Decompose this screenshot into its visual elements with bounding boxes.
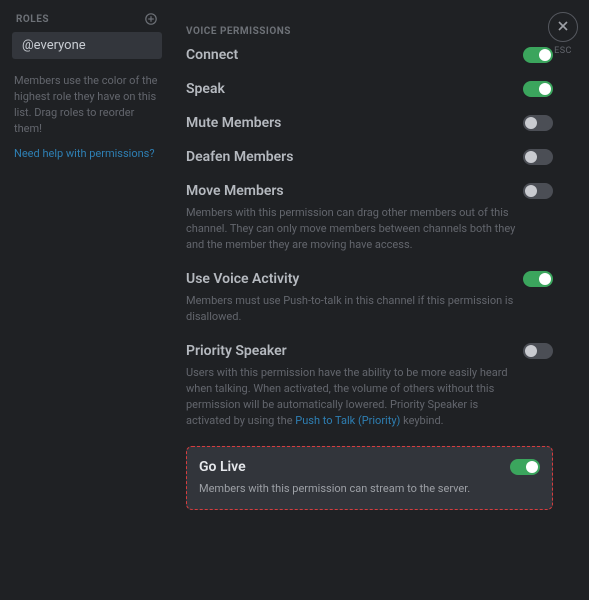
roles-help-text: Members use the color of the highest rol… bbox=[12, 73, 162, 147]
permission-label: Deafen Members bbox=[186, 149, 293, 165]
roles-sidebar: ROLES @everyone Members use the color of… bbox=[0, 0, 170, 600]
permission-speak: Speak bbox=[186, 81, 553, 97]
permissions-panel: VOICE PERMISSIONS Connect Speak Mute Mem… bbox=[170, 0, 589, 600]
permission-deafen-members: Deafen Members bbox=[186, 149, 553, 165]
toggle-mute-members[interactable] bbox=[523, 115, 553, 131]
permission-description: Members with this permission can stream … bbox=[199, 481, 529, 497]
toggle-speak[interactable] bbox=[523, 81, 553, 97]
role-everyone[interactable]: @everyone bbox=[12, 32, 162, 59]
permission-label: Connect bbox=[186, 47, 238, 63]
permissions-help-link[interactable]: Need help with permissions? bbox=[12, 147, 162, 160]
permission-move-members: Move Members Members with this permissio… bbox=[186, 183, 553, 253]
permission-label: Speak bbox=[186, 81, 225, 97]
permission-use-voice-activity: Use Voice Activity Members must use Push… bbox=[186, 271, 553, 325]
section-header-voice: VOICE PERMISSIONS bbox=[186, 26, 553, 37]
close-icon bbox=[557, 20, 569, 35]
permission-label: Priority Speaker bbox=[186, 343, 287, 359]
permission-description: Users with this permission have the abil… bbox=[186, 365, 516, 429]
roles-header-label: ROLES bbox=[16, 14, 49, 25]
toggle-deafen-members[interactable] bbox=[523, 149, 553, 165]
permission-label: Use Voice Activity bbox=[186, 271, 299, 287]
permission-label: Move Members bbox=[186, 183, 284, 199]
close-button[interactable] bbox=[548, 12, 578, 42]
permission-description-post: keybind. bbox=[400, 414, 443, 427]
permission-connect: Connect bbox=[186, 47, 553, 63]
permission-description: Members must use Push-to-talk in this ch… bbox=[186, 293, 516, 325]
permission-label: Go Live bbox=[199, 459, 246, 475]
permission-mute-members: Mute Members bbox=[186, 115, 553, 131]
add-role-icon[interactable] bbox=[144, 12, 158, 26]
push-to-talk-priority-link[interactable]: Push to Talk (Priority) bbox=[295, 414, 400, 427]
esc-label: ESC bbox=[554, 46, 572, 56]
toggle-use-voice-activity[interactable] bbox=[523, 271, 553, 287]
permission-description: Members with this permission can drag ot… bbox=[186, 205, 516, 253]
permission-priority-speaker: Priority Speaker Users with this permiss… bbox=[186, 343, 553, 429]
toggle-go-live[interactable] bbox=[510, 459, 540, 475]
permission-go-live-highlight: Go Live Members with this permission can… bbox=[186, 446, 553, 510]
toggle-priority-speaker[interactable] bbox=[523, 343, 553, 359]
toggle-move-members[interactable] bbox=[523, 183, 553, 199]
permission-label: Mute Members bbox=[186, 115, 281, 131]
